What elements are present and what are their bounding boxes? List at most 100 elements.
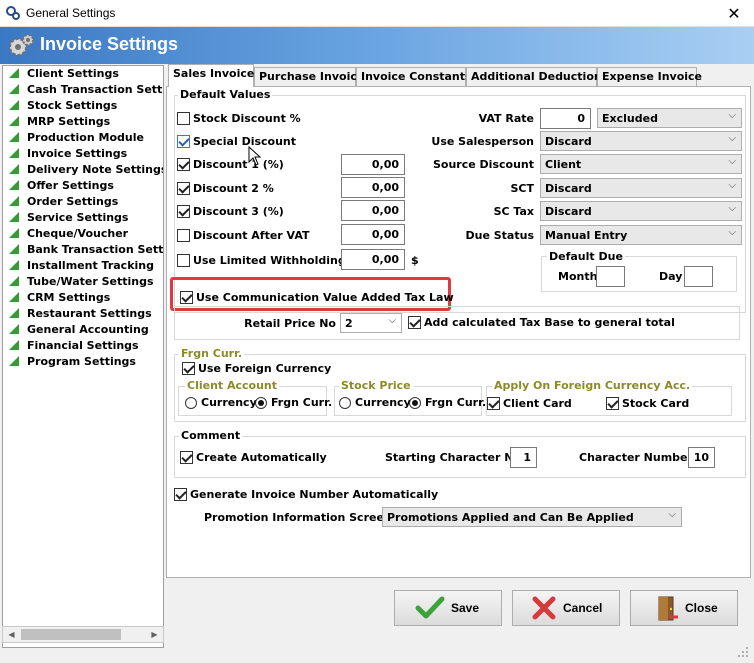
sidebar-item-bank-transaction[interactable]: Bank Transaction Settings (9, 243, 163, 259)
sc-tax-select[interactable]: Discard ⌵ (540, 201, 742, 221)
client-account-currency-radio[interactable] (185, 397, 197, 409)
discount-after-vat-checkbox[interactable] (177, 229, 190, 242)
promotion-info-select[interactable]: Promotions Applied and Can Be Applied ⌵ (382, 507, 682, 527)
generate-invoice-number-label: Generate Invoice Number Automatically (190, 488, 439, 501)
window-title: General Settings (26, 6, 116, 20)
discount3-input[interactable]: 0,00 (341, 200, 405, 221)
resize-grip-icon[interactable] (736, 645, 750, 659)
discount-after-vat-label: Discount After VAT (193, 229, 310, 242)
sidebar-item-service[interactable]: Service Settings (9, 211, 128, 227)
stock-discount-checkbox[interactable] (177, 112, 190, 125)
triangle-icon (9, 324, 19, 334)
stock-price-currency-radio[interactable] (339, 397, 351, 409)
chevron-down-icon: ⌵ (728, 156, 736, 167)
discount3-checkbox[interactable] (177, 205, 190, 218)
app-icon (6, 6, 20, 20)
char-number-input[interactable]: 10 (688, 447, 715, 468)
vat-mode-select[interactable]: Excluded ⌵ (597, 108, 742, 128)
window-titlebar: General Settings ✕ (0, 0, 754, 27)
sidebar-item-delivery-note[interactable]: Delivery Note Settings (9, 163, 163, 179)
day-label: Day (659, 270, 683, 283)
triangle-icon (9, 356, 19, 366)
discount2-checkbox[interactable] (177, 182, 190, 195)
use-foreign-currency-checkbox[interactable] (182, 362, 195, 375)
create-automatically-label: Create Automatically (196, 451, 327, 464)
stock-price-frgn-radio[interactable] (409, 397, 421, 409)
gears-icon (9, 34, 34, 56)
sidebar-item-offer[interactable]: Offer Settings (9, 179, 114, 195)
scrollbar-thumb[interactable] (21, 629, 121, 640)
sidebar-item-cash-transaction[interactable]: Cash Transaction Settings (9, 83, 163, 99)
comment-title: Comment (179, 429, 243, 442)
discount2-label: Discount 2 % (193, 182, 274, 195)
sidebar-item-financial[interactable]: Financial Settings (9, 339, 139, 355)
sidebar-item-production[interactable]: Production Module (9, 131, 144, 147)
sidebar-item-tube-water[interactable]: Tube/Water Settings (9, 275, 154, 291)
sidebar-item-invoice[interactable]: Invoice Settings (9, 147, 127, 163)
tab-sales-invoice[interactable]: Sales Invoice (168, 64, 254, 87)
discount2-input[interactable]: 0,00 (341, 177, 405, 198)
stock-card-checkbox[interactable] (606, 397, 619, 410)
triangle-icon (9, 260, 19, 270)
sidebar-item-program[interactable]: Program Settings (9, 355, 136, 371)
source-discount-select[interactable]: Client ⌵ (540, 154, 742, 174)
month-input[interactable] (596, 266, 625, 287)
char-number-label: Character Number (579, 451, 693, 464)
scroll-right-icon[interactable]: ▶ (146, 627, 163, 642)
discount-after-vat-input[interactable]: 0,00 (341, 224, 405, 245)
sidebar-item-general-accounting[interactable]: General Accounting (9, 323, 149, 339)
triangle-icon (9, 164, 19, 174)
generate-invoice-number-checkbox[interactable] (174, 488, 187, 501)
triangle-icon (9, 244, 19, 254)
triangle-icon (9, 132, 19, 142)
create-automatically-checkbox[interactable] (180, 451, 193, 464)
day-input[interactable] (684, 266, 713, 287)
due-status-select[interactable]: Manual Entry ⌵ (540, 225, 742, 245)
apply-on-foreign-title: Apply On Foreign Currency Acc. (492, 379, 693, 392)
triangle-icon (9, 292, 19, 302)
window-close-icon[interactable]: ✕ (714, 0, 754, 27)
cancel-button[interactable]: Cancel (512, 590, 620, 626)
limited-withholding-input[interactable]: 0,00 (341, 249, 405, 270)
sidebar-horizontal-scrollbar[interactable]: ◀ ▶ (2, 626, 164, 643)
starting-char-input[interactable]: 1 (510, 447, 537, 468)
tab-additional-deductions[interactable]: Additional Deductions (466, 67, 608, 86)
client-account-frgn-radio[interactable] (255, 397, 267, 409)
sct-select[interactable]: Discard ⌵ (540, 178, 742, 198)
special-discount-checkbox[interactable] (177, 135, 190, 148)
stock-price-frgn-label: Frgn Curr. (425, 396, 487, 409)
sidebar-item-installment[interactable]: Installment Tracking (9, 259, 154, 275)
sidebar-item-order[interactable]: Order Settings (9, 195, 118, 211)
sidebar-item-restaurant[interactable]: Restaurant Settings (9, 307, 152, 323)
sidebar-item-stock[interactable]: Stock Settings (9, 99, 117, 115)
stock-price-currency-label: Currency (355, 396, 411, 409)
stock-price-title: Stock Price (339, 379, 413, 392)
sidebar-item-crm[interactable]: CRM Settings (9, 291, 110, 307)
sidebar-item-cheque-voucher[interactable]: Cheque/Voucher (9, 227, 128, 243)
sidebar-item-mrp[interactable]: MRP Settings (9, 115, 110, 131)
sidebar-item-client-settings[interactable]: Client Settings (9, 67, 119, 83)
tab-purchase-invoice[interactable]: Purchase Invoice (254, 67, 364, 86)
scroll-left-icon[interactable]: ◀ (3, 627, 20, 642)
tab-invoice-constants[interactable]: Invoice Constants (356, 67, 472, 86)
retail-price-no-select[interactable]: 2 ⌵ (340, 313, 402, 333)
default-due-title: Default Due (547, 250, 625, 263)
communication-vat-checkbox[interactable] (180, 291, 193, 304)
limited-withholding-label: Use Limited Withholding (193, 254, 346, 267)
limited-withholding-checkbox[interactable] (177, 254, 190, 267)
settings-header: Invoice Settings (0, 27, 754, 64)
discount1-input[interactable]: 0,00 (341, 154, 405, 175)
chevron-down-icon: ⌵ (728, 110, 736, 121)
save-button[interactable]: Save (394, 590, 502, 626)
client-card-checkbox[interactable] (487, 397, 500, 410)
close-button[interactable]: Close (630, 590, 738, 626)
tab-expense-invoice[interactable]: Expense Invoice (597, 67, 702, 86)
add-calc-tax-checkbox[interactable] (408, 316, 421, 329)
communication-vat-label: Use Communication Value Added Tax Law (196, 291, 454, 304)
checkmark-icon (415, 596, 445, 619)
discount1-label: Discount 1 (%) (193, 158, 284, 171)
triangle-icon (9, 84, 19, 94)
discount1-checkbox[interactable] (177, 158, 190, 171)
use-salesperson-select[interactable]: Discard ⌵ (540, 131, 742, 151)
vat-rate-input[interactable]: 0 (540, 108, 591, 129)
